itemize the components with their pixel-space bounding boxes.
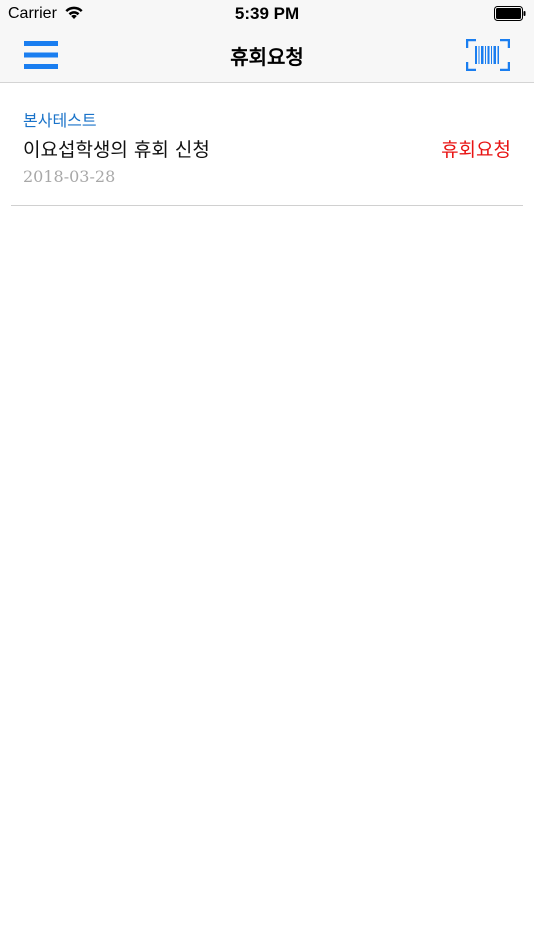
status-bar: Carrier 5:39 PM [0, 0, 534, 28]
request-list: 본사테스트 이요섭학생의 휴회 신청 휴회요청 2018-03-28 [0, 83, 534, 206]
page-title: 휴회요청 [230, 45, 304, 69]
barcode-scan-icon[interactable] [466, 39, 510, 71]
clock: 5:39 PM [234, 4, 300, 23]
navigation-bar: 휴회요청 [0, 28, 534, 83]
list-item[interactable]: 본사테스트 이요섭학생의 휴회 신청 휴회요청 2018-03-28 [11, 83, 523, 206]
item-title: 이요섭학생의 휴회 신청 [23, 139, 210, 161]
item-category: 본사테스트 [23, 111, 97, 130]
battery-icon [494, 6, 526, 21]
item-status: 휴회요청 [441, 139, 511, 161]
item-date: 2018-03-28 [23, 167, 116, 186]
